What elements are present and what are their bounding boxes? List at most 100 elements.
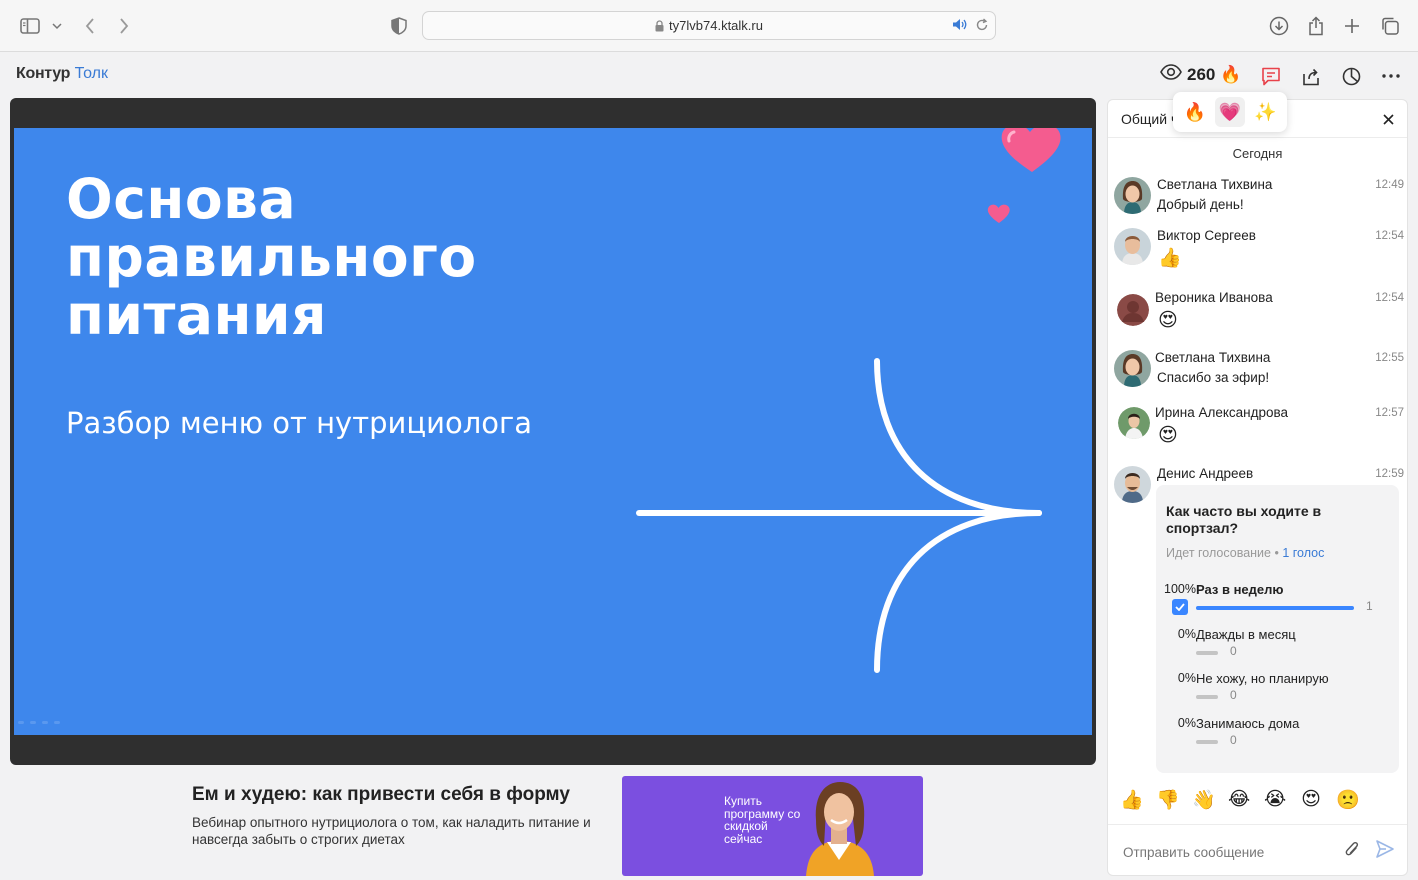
- message-emoji: 😍: [1158, 310, 1178, 331]
- avatar[interactable]: [1114, 350, 1151, 387]
- reaction-picker: 🔥 💗 ✨: [1173, 92, 1287, 132]
- lock-icon: [655, 19, 664, 32]
- sidebar-toggle-icon[interactable]: [18, 14, 42, 38]
- poll-option-label: Дважды в месяц: [1196, 627, 1296, 642]
- back-icon[interactable]: [78, 14, 102, 38]
- poll-option-percent: 0%: [1177, 627, 1196, 641]
- chat-message: Виктор Сергеев 12:54 👍: [1114, 228, 1404, 276]
- message-author: Денис Андреев: [1157, 466, 1254, 481]
- thumbs-down-reaction[interactable]: 👎: [1156, 788, 1180, 812]
- message-emoji: 😍: [1158, 425, 1178, 446]
- cry-reaction[interactable]: 😭: [1264, 788, 1286, 812]
- heart-eyes-reaction[interactable]: 😍: [1300, 788, 1322, 812]
- poll-card: Как часто вы ходите в спортзал? Идет гол…: [1156, 485, 1399, 773]
- tabs-overview-icon[interactable]: [1378, 14, 1402, 38]
- poll-option-bar: [1196, 606, 1354, 610]
- download-icon[interactable]: [1267, 14, 1291, 38]
- viewer-count: 260 🔥: [1160, 64, 1242, 85]
- browser-toolbar: ty7lvb74.ktalk.ru: [0, 0, 1418, 52]
- poll-votes-link[interactable]: 1 голос: [1282, 546, 1324, 560]
- avatar[interactable]: [1117, 294, 1149, 326]
- sad-reaction[interactable]: 🙁: [1336, 788, 1360, 812]
- paperclip-icon[interactable]: [1345, 840, 1359, 863]
- promo-banner[interactable]: Купить программу со скидкой сейчас: [622, 776, 923, 876]
- event-title: Ем и худею: как привести себя в форму: [192, 784, 570, 805]
- close-icon[interactable]: [1379, 110, 1397, 128]
- arrow-icon: [636, 358, 1042, 673]
- send-icon[interactable]: [1375, 839, 1395, 864]
- message-author: Ирина Александрова: [1155, 405, 1289, 420]
- wave-reaction[interactable]: 👋: [1192, 788, 1216, 812]
- poll-option-bar: [1196, 651, 1218, 655]
- chat-message: Светлана Тихвина 12:55 Спасибо за эфир!: [1114, 350, 1404, 390]
- thumbs-up-reaction[interactable]: 👍: [1120, 788, 1144, 812]
- chevron-down-icon[interactable]: [45, 14, 69, 38]
- message-time: 12:54: [1375, 292, 1404, 304]
- presenter-photo: [806, 782, 874, 876]
- poll-option[interactable]: 0% Занимаюсь дома 0: [1156, 716, 1399, 756]
- poll-option[interactable]: 0% Не хожу, но планирую 0: [1156, 671, 1399, 711]
- chat-icon[interactable]: [1259, 65, 1283, 87]
- poll-status-text: Идет голосование: [1166, 546, 1271, 560]
- message-composer: [1108, 824, 1407, 875]
- reload-icon[interactable]: [975, 18, 989, 35]
- chat-message: Светлана Тихвина 12:49 Добрый день!: [1114, 177, 1404, 217]
- chat-message: Ирина Александрова 12:57 😍: [1114, 405, 1404, 450]
- viewer-count-value: 260: [1187, 64, 1216, 84]
- shield-icon[interactable]: [387, 14, 411, 38]
- poll-option[interactable]: 100% Раз в неделю 1: [1156, 582, 1399, 622]
- speaker-icon[interactable]: [952, 18, 967, 34]
- message-time: 12:57: [1375, 407, 1404, 419]
- eye-icon: [1160, 64, 1182, 85]
- message-emoji: 👍: [1158, 248, 1182, 269]
- avatar[interactable]: [1118, 407, 1150, 439]
- more-icon[interactable]: [1379, 65, 1403, 87]
- message-input[interactable]: [1123, 841, 1333, 863]
- poll-option-count: 0: [1230, 733, 1237, 747]
- avatar[interactable]: [1114, 177, 1151, 214]
- statistics-icon[interactable]: [1339, 65, 1363, 87]
- message-time: 12:55: [1375, 352, 1404, 364]
- small-heart-reaction-icon: [987, 204, 1010, 223]
- event-description: Вебинар опытного нутрициолога о том, как…: [192, 815, 591, 847]
- address-bar[interactable]: ty7lvb74.ktalk.ru: [422, 11, 996, 40]
- laugh-reaction[interactable]: 😂: [1228, 788, 1250, 812]
- chat-message: Вероника Иванова 12:54 😍: [1114, 290, 1404, 335]
- poll-option-label: Не хожу, но планирую: [1196, 671, 1329, 686]
- share-icon[interactable]: [1304, 14, 1328, 38]
- poll-option-percent: 0%: [1177, 671, 1196, 685]
- heart-reaction-icon: [1001, 128, 1061, 172]
- slide: Основа правильного питания Разбор меню о…: [14, 128, 1092, 735]
- fire-icon[interactable]: 🔥: [1220, 65, 1241, 85]
- logo[interactable]: Контур Толк: [16, 65, 108, 83]
- poll-question: Как часто вы ходите в спортзал?: [1166, 503, 1322, 536]
- slide-progress: [18, 721, 60, 724]
- checkbox-checked-icon[interactable]: [1172, 599, 1188, 615]
- message-text: Добрый день!: [1157, 197, 1244, 212]
- logo-part-1: Контур: [16, 65, 71, 82]
- poll-option-bar: [1196, 740, 1218, 744]
- slide-subtitle: Разбор меню от нутрициолога: [66, 406, 532, 440]
- sparkles-reaction[interactable]: ✨: [1250, 97, 1280, 127]
- avatar[interactable]: [1114, 466, 1151, 503]
- share-screen-icon[interactable]: [1299, 65, 1323, 87]
- logo-part-2: Толк: [74, 65, 108, 82]
- forward-icon[interactable]: [112, 14, 136, 38]
- chat-panel: Общий чат Сегодня Светлана Тихвина 12:49…: [1107, 99, 1408, 876]
- poll-option-count: 0: [1230, 644, 1237, 658]
- poll-option-percent: 100%: [1164, 582, 1196, 596]
- fire-reaction[interactable]: 🔥: [1180, 97, 1210, 127]
- avatar[interactable]: [1114, 228, 1151, 265]
- poll-status: Идет голосование • 1 голос: [1166, 546, 1325, 560]
- message-time: 12:59: [1375, 468, 1404, 480]
- slide-title: Основа правильного питания: [66, 167, 477, 347]
- poll-option[interactable]: 0% Дважды в месяц 0: [1156, 627, 1399, 667]
- poll-option-count: 0: [1230, 688, 1237, 702]
- poll-option-label: Занимаюсь дома: [1196, 716, 1300, 731]
- heart-reaction[interactable]: 💗: [1214, 97, 1245, 127]
- date-divider: Сегодня: [1232, 146, 1283, 161]
- message-time: 12:49: [1375, 179, 1404, 191]
- poll-option-percent: 0%: [1177, 716, 1196, 730]
- message-text: Спасибо за эфир!: [1157, 370, 1270, 385]
- new-tab-icon[interactable]: [1340, 14, 1364, 38]
